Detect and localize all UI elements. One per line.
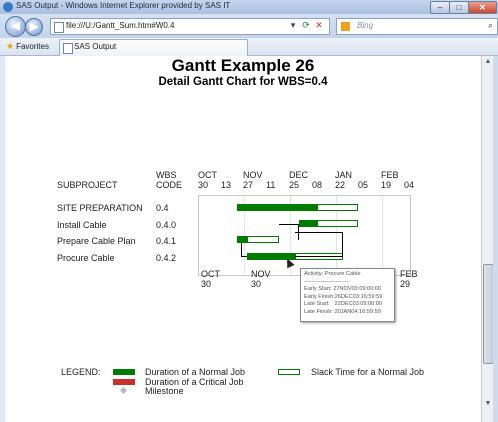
precedence-connector xyxy=(241,243,247,257)
row-wbs: 0.4.0 xyxy=(156,220,177,230)
row-wbs: 0.4 xyxy=(156,203,169,213)
month-label-bottom: NOV xyxy=(251,269,271,279)
day-tick-label: 30 xyxy=(198,180,209,190)
wbs-header-line1: WBS xyxy=(156,170,177,180)
row-subproject: SITE PREPARATION xyxy=(57,203,143,213)
legend-label: LEGEND: xyxy=(61,367,101,377)
refresh-icon[interactable]: ⟳ xyxy=(300,19,312,32)
minimize-button[interactable]: – xyxy=(430,1,450,14)
search-icon[interactable]: ⌕ xyxy=(488,20,493,31)
wbs-header-line2: CODE xyxy=(156,180,183,190)
milestone-diamond-icon xyxy=(119,386,128,395)
row-wbs: 0.4.2 xyxy=(156,253,177,263)
day-tick-label: 19 xyxy=(381,180,392,190)
day-tick-label: 08 xyxy=(312,180,323,190)
maximize-button[interactable]: □ xyxy=(449,1,469,14)
month-label: DEC xyxy=(289,170,309,180)
slack-bar-prepare-cable-plan[interactable] xyxy=(247,236,279,243)
favorites-button[interactable]: ★ Favorites xyxy=(6,40,49,53)
month-label-bottom: FEB xyxy=(400,269,418,279)
subproject-header: SUBPROJECT xyxy=(57,180,118,190)
row-subproject: Prepare Cable Plan xyxy=(57,236,136,246)
legend-slack-swatch xyxy=(278,369,300,375)
slack-bar-install-cable[interactable] xyxy=(317,220,358,227)
legend-normal-text: Duration of a Normal Job xyxy=(145,367,246,377)
tooltip-early-start: Early Start: 27NOV03:09:00:00 xyxy=(304,286,382,293)
tooltip-late-start: Late Start: 22DEC03:09:00:00 xyxy=(304,301,383,308)
tooltip-late-finish: Late Finish: 20JAN04:16:59:59 xyxy=(304,308,381,315)
tab-page-icon xyxy=(63,43,73,54)
day-tick-label: 13 xyxy=(221,180,232,190)
month-label: JAN xyxy=(335,170,353,180)
back-button[interactable]: ◀ xyxy=(5,16,26,37)
tooltip-early-finish: Early Finish:26DEC03:16:59:59 xyxy=(304,293,383,300)
navigation-bar: ◀ ▶ file:///U:/Gantt_Sum.htm#W0.4 ▾ ⟳ ✕ … xyxy=(0,14,498,38)
tab-sas-output[interactable]: SAS Output xyxy=(59,39,248,56)
close-button[interactable]: ✕ xyxy=(468,1,497,14)
row-subproject: Install Cable xyxy=(57,220,107,230)
normal-duration-bar-site-preparation[interactable] xyxy=(237,204,317,211)
row-subproject: Procure Cable xyxy=(57,253,115,263)
legend-milestone-text: Milestone xyxy=(145,386,184,396)
favorites-bar: ★ Favorites SAS Output xyxy=(0,38,498,56)
month-label-bottom: OCT xyxy=(201,269,220,279)
window-title: SAS Output - Windows Internet Explorer p… xyxy=(16,1,231,10)
favorites-label: Favorites xyxy=(16,42,49,51)
day-label-bottom: 29 xyxy=(400,279,411,289)
tooltip-divider: ------------------------ xyxy=(304,278,349,285)
ie-icon xyxy=(3,2,13,12)
legend-normal-swatch xyxy=(113,369,135,375)
normal-duration-bar-install-cable[interactable] xyxy=(299,220,317,227)
day-tick-label: 27 xyxy=(243,180,254,190)
legend-slack-text: Slack Time for a Normal Job xyxy=(311,367,425,377)
stop-icon[interactable]: ✕ xyxy=(313,19,325,32)
normal-duration-bar-prepare-cable-plan[interactable] xyxy=(237,236,247,243)
month-label: FEB xyxy=(381,170,399,180)
day-tick-label: 22 xyxy=(335,180,346,190)
window-title-bar: SAS Output - Windows Internet Explorer p… xyxy=(0,0,498,14)
page-icon xyxy=(54,22,64,33)
star-icon: ★ xyxy=(6,41,15,51)
day-tick-label: 11 xyxy=(266,180,276,190)
grid-line xyxy=(382,196,383,275)
legend-critical-swatch xyxy=(113,379,135,385)
slack-bar-site-preparation[interactable] xyxy=(317,204,358,211)
address-dropdown-icon[interactable]: ▾ xyxy=(287,19,299,32)
day-tick-label: 05 xyxy=(358,180,369,190)
report-title: Gantt Example 26 xyxy=(171,56,315,75)
day-tick-label: 25 xyxy=(289,180,300,190)
month-label: NOV xyxy=(243,170,263,180)
tooltip-activity: Activity: Procure Cable xyxy=(304,271,361,277)
day-label-bottom: 30 xyxy=(251,279,262,289)
precedence-connector xyxy=(295,232,343,257)
report-subtitle: Detail Gantt Chart for WBS=0.4 xyxy=(158,76,328,88)
page-content: Gantt Example 26 Detail Gantt Chart for … xyxy=(5,56,481,422)
activity-tooltip: Activity: Procure Cable -----------------… xyxy=(300,268,395,322)
search-placeholder[interactable]: Bing xyxy=(357,21,373,30)
row-wbs: 0.4.1 xyxy=(156,236,177,246)
window-frame xyxy=(493,56,498,422)
forward-button[interactable]: ▶ xyxy=(25,18,43,36)
bing-icon xyxy=(341,22,350,31)
search-box[interactable]: Bing ⌕ xyxy=(336,18,498,35)
day-label-bottom: 30 xyxy=(201,279,212,289)
month-label: OCT xyxy=(198,170,217,180)
day-tick-label: 04 xyxy=(404,180,415,190)
tab-label: SAS Output xyxy=(74,42,117,51)
address-url[interactable]: file:///U:/Gantt_Sum.htm#W0.4 xyxy=(66,21,174,30)
